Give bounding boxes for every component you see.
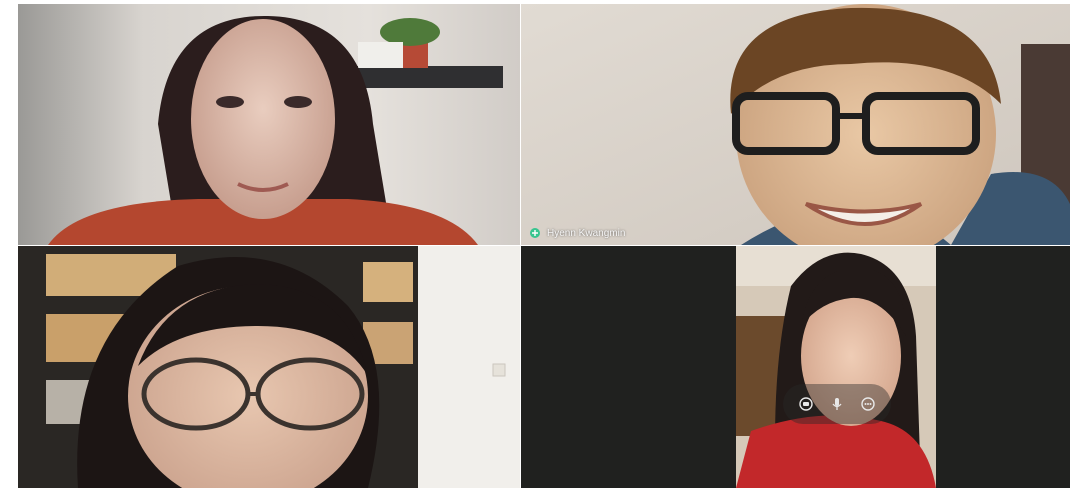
participant-video-4 [521, 246, 1070, 488]
camera-toggle-button[interactable] [794, 392, 818, 416]
participant-name: Hyenn Kwangmin [547, 227, 626, 239]
microphone-icon [832, 398, 842, 410]
participant-video-1 [18, 4, 520, 245]
grid-divider-vertical [520, 4, 521, 488]
camera-off-icon [799, 397, 814, 411]
participant-tile-2[interactable]: Hyenn Kwangmin [521, 4, 1070, 245]
participant-tile-4[interactable] [521, 246, 1070, 488]
microphone-toggle-button[interactable] [825, 392, 849, 416]
self-view-controls [783, 384, 891, 424]
pin-icon [530, 228, 540, 238]
participant-tile-3[interactable] [18, 246, 520, 488]
participant-name-tag: Hyenn Kwangmin [529, 227, 625, 239]
participant-video-3 [18, 246, 520, 488]
more-options-icon [860, 397, 875, 411]
participant-tile-1[interactable] [18, 4, 520, 245]
participant-video-2 [521, 4, 1070, 245]
more-options-button[interactable] [856, 392, 880, 416]
grid-divider-horizontal [18, 245, 1070, 246]
